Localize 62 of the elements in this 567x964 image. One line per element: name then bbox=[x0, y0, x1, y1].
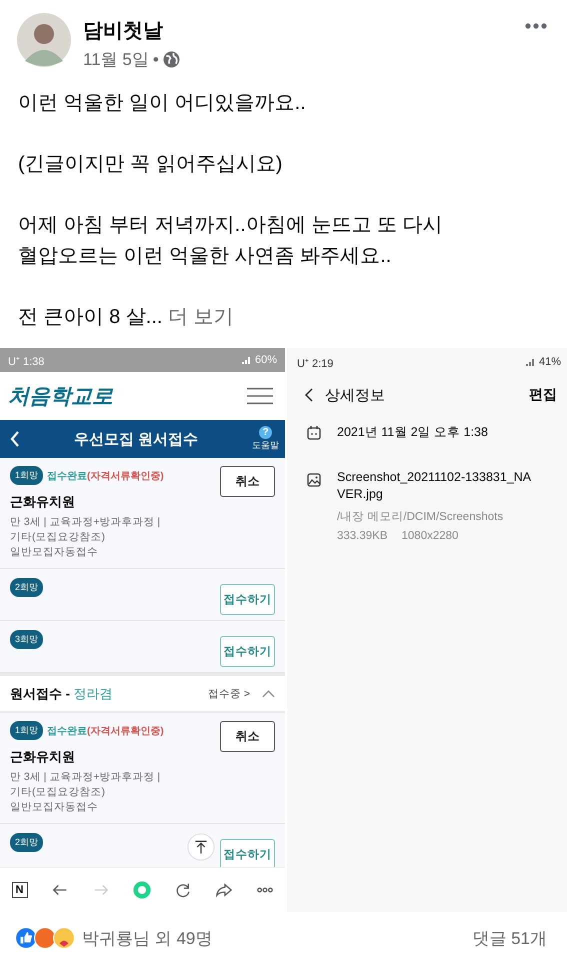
detail-text: 기타(모집요강참조) bbox=[10, 785, 106, 800]
battery-level: 41% bbox=[538, 356, 561, 368]
post-text: 혈압오르는 이런 억울한 사연좀 봐주세요.. bbox=[18, 244, 392, 269]
comment-count[interactable]: 댓글 51개 bbox=[472, 926, 547, 950]
file-size: 333.39KB bbox=[337, 530, 388, 542]
apply-button[interactable]: 접수하기 bbox=[220, 839, 275, 867]
detail-text: 기타(모집요강참조) bbox=[10, 530, 106, 545]
status-time: U⁺ 1:38 bbox=[8, 354, 44, 368]
share-icon[interactable] bbox=[214, 881, 232, 899]
file-path: /내장 메모리/DCIM/Screenshots bbox=[337, 510, 504, 524]
status-text: 접수완료(자격서류확인중) bbox=[47, 724, 164, 738]
rank-badge: 2희망 bbox=[10, 833, 44, 852]
date-text: 2021년 11월 2일 오후 1:38 bbox=[337, 424, 488, 441]
refresh-icon[interactable] bbox=[174, 881, 192, 899]
menu-icon[interactable] bbox=[247, 387, 273, 405]
caret-icon[interactable] bbox=[262, 690, 275, 698]
cancel-button[interactable]: 취소 bbox=[220, 721, 275, 752]
apply-button[interactable]: 접수하기 bbox=[220, 584, 275, 615]
signal-icon bbox=[242, 356, 252, 364]
separator-dot: • bbox=[152, 50, 159, 70]
signal-icon bbox=[526, 358, 536, 366]
more-icon[interactable] bbox=[525, 23, 547, 29]
page-title: 우선모집 원서접수 bbox=[72, 430, 200, 448]
cancel-button[interactable]: 취소 bbox=[220, 466, 275, 497]
detail-text: 만 3세 | 교육과정+방과후과정 | bbox=[10, 770, 162, 785]
status-time: U⁺ 2:19 bbox=[297, 356, 334, 370]
help-label[interactable]: 도움말 bbox=[252, 439, 279, 452]
reaction-count[interactable]: 박귀룡님 외 49명 bbox=[82, 926, 212, 950]
home-button[interactable]: N bbox=[12, 882, 28, 898]
status-text: 접수완료(자격서류확인중) bbox=[47, 470, 164, 482]
like-icon[interactable] bbox=[15, 927, 37, 949]
post-text: 이런 억울한 일이 어디있을까요.. bbox=[18, 91, 307, 116]
detail-text: 일반모집자동접수 bbox=[10, 545, 99, 560]
detail-text: 일반모집자동접수 bbox=[10, 800, 99, 815]
screen-title: 상세정보 bbox=[325, 386, 386, 404]
school-name: 근화유치원 bbox=[10, 493, 76, 511]
avatar[interactable] bbox=[17, 13, 71, 67]
back-icon[interactable] bbox=[305, 388, 313, 402]
status-link[interactable]: 접수중 > bbox=[208, 686, 250, 700]
see-more-link[interactable]: 더 보기 bbox=[168, 306, 234, 328]
battery-level: 60% bbox=[254, 354, 277, 366]
site-logo[interactable]: 처음학교로 bbox=[8, 382, 113, 410]
post-text: (긴글이지만 꼭 읽어주십시요) bbox=[18, 152, 284, 177]
detail-text: 만 3세 | 교육과정+방과후과정 | bbox=[10, 515, 162, 530]
post-text: 어제 아침 부터 저녁까지..아침에 눈뜨고 또 다시 bbox=[18, 213, 444, 238]
rank-badge: 1희망 bbox=[10, 721, 44, 740]
school-name: 근화유치원 bbox=[10, 748, 76, 766]
author-name[interactable]: 담비첫날 bbox=[83, 17, 513, 44]
post-text: 전 큰아이 8 살... bbox=[18, 306, 162, 328]
rank-badge: 1희망 bbox=[10, 466, 44, 485]
apply-button[interactable]: 접수하기 bbox=[220, 636, 275, 667]
edit-button[interactable]: 편집 bbox=[529, 386, 557, 404]
rank-badge: 2희망 bbox=[10, 578, 44, 597]
section-title: 원서접수 - 정라겸 bbox=[10, 684, 113, 702]
scroll-top-icon[interactable] bbox=[187, 833, 215, 861]
rank-badge: 3희망 bbox=[10, 630, 44, 649]
care-icon[interactable] bbox=[53, 927, 75, 949]
image-dimensions: 1080x2280 bbox=[402, 530, 458, 542]
file-name: Screenshot_20211102-133831_NAVER.jpg bbox=[337, 469, 532, 503]
post-date[interactable]: 11월 5일 bbox=[83, 48, 149, 71]
image-icon bbox=[307, 473, 321, 487]
calendar-icon bbox=[307, 426, 321, 440]
